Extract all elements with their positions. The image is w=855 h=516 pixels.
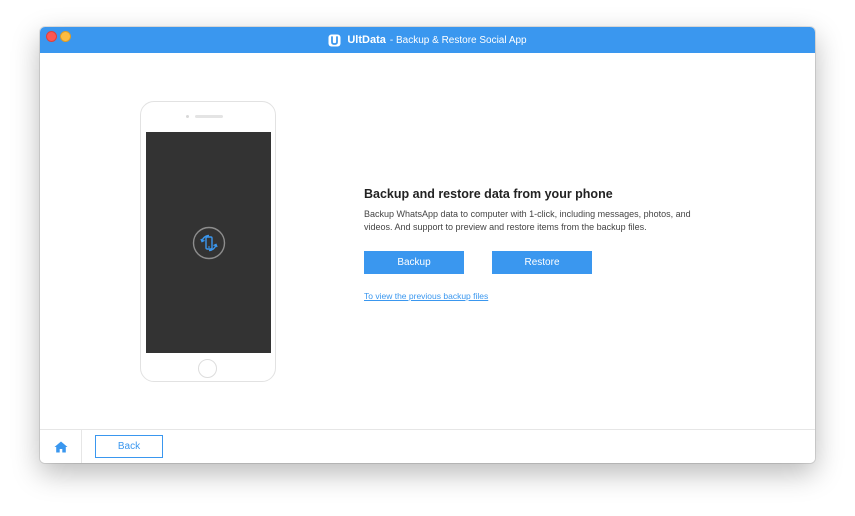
screen: UltData - Backup & Restore Social App Ba… xyxy=(0,0,855,516)
restore-button[interactable]: Restore xyxy=(492,251,592,274)
phone-illustration xyxy=(140,101,276,382)
back-button[interactable]: Back xyxy=(95,435,163,458)
page-heading: Backup and restore data from your phone xyxy=(364,187,613,201)
title-brand: UltData xyxy=(347,34,386,46)
home-button[interactable] xyxy=(40,430,82,463)
footer-bar: Back xyxy=(40,429,815,463)
app-window: UltData - Backup & Restore Social App Ba… xyxy=(40,27,815,463)
phone-sync-icon xyxy=(192,226,226,260)
phone-speaker xyxy=(195,115,223,118)
home-icon xyxy=(54,441,67,452)
previous-backups-link[interactable]: To view the previous backup files xyxy=(364,291,488,301)
phone-home-button xyxy=(198,359,217,378)
backup-button[interactable]: Backup xyxy=(364,251,464,274)
page-description: Backup WhatsApp data to computer with 1-… xyxy=(364,209,691,232)
title-bar[interactable]: UltData - Backup & Restore Social App xyxy=(40,27,815,53)
phone-screen xyxy=(146,132,271,353)
phone-camera xyxy=(186,115,189,118)
ultdata-logo-icon xyxy=(328,34,341,46)
title-subtitle: - Backup & Restore Social App xyxy=(389,34,527,46)
window-title: UltData - Backup & Restore Social App xyxy=(40,27,815,53)
main-content: Backup and restore data from your phone … xyxy=(40,53,815,429)
